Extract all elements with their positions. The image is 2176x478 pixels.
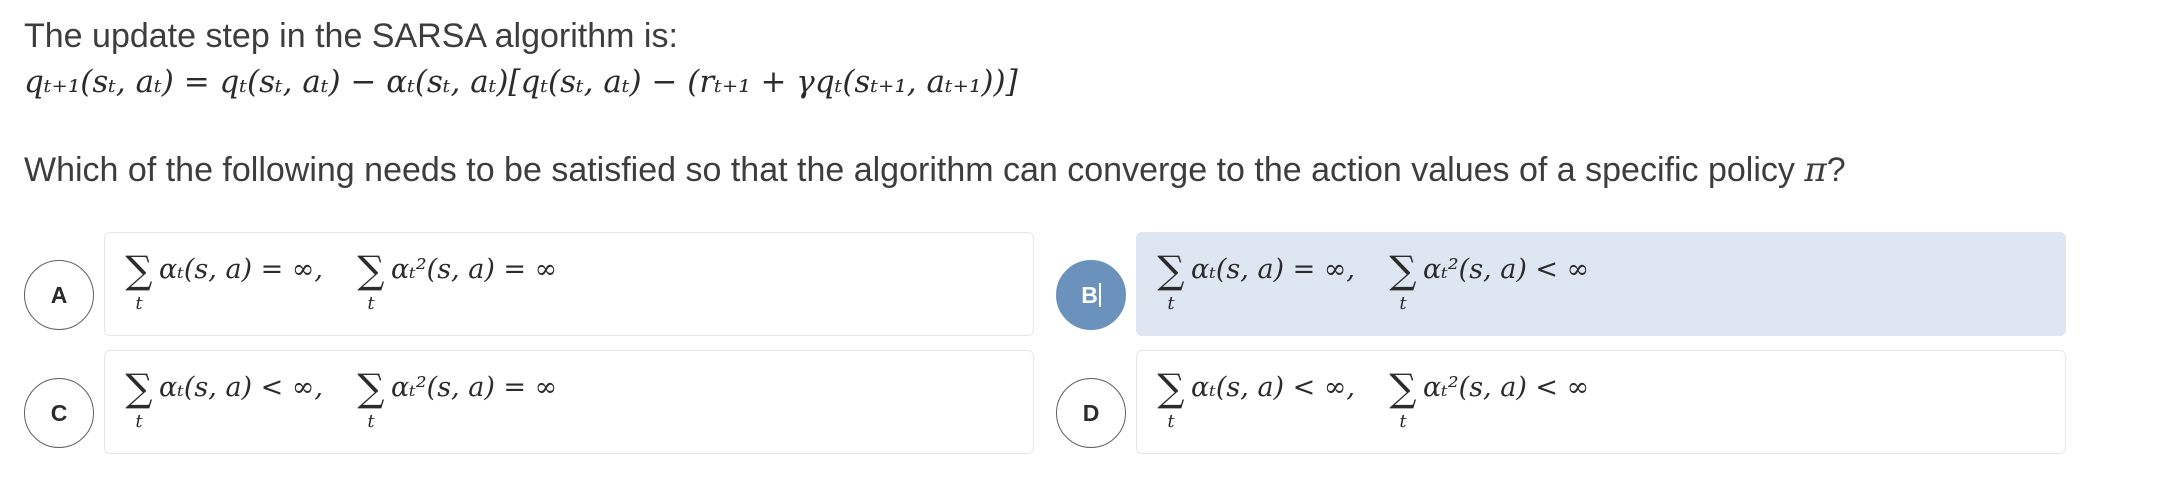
sum-symbol: ∑ t <box>353 369 389 433</box>
question-intro: The update step in the SARSA algorithm i… <box>24 17 678 55</box>
option-c-term1: αₜ(s, a) < ∞, <box>159 372 323 403</box>
sum-index: t <box>135 293 143 314</box>
option-c-formula: ∑ t αₜ(s, a) < ∞, ∑ t αₜ²(s, a) = ∞ <box>121 369 557 433</box>
option-a-term2: αₜ²(s, a) = ∞ <box>390 254 558 285</box>
option-a-box[interactable]: ∑ t αₜ(s, a) = ∞, ∑ t αₜ²(s, a) = ∞ <box>104 232 1034 336</box>
sarsa-update-equation: qₜ₊₁(sₜ, aₜ) = qₜ(sₜ, aₜ) − αₜ(sₜ, aₜ)[q… <box>24 64 1018 100</box>
sum-index: t <box>1399 293 1407 314</box>
option-a-formula: ∑ t αₜ(s, a) = ∞, ∑ t αₜ²(s, a) = ∞ <box>121 251 557 315</box>
sum-symbol: ∑ t <box>121 369 157 433</box>
sigma-glyph: ∑ <box>1157 366 1185 410</box>
sum-index: t <box>1167 293 1175 314</box>
sum-index: t <box>1399 411 1407 432</box>
option-d[interactable]: D ∑ t αₜ(s, a) < ∞, ∑ t αₜ²(s, a) < ∞ <box>1056 346 2066 454</box>
sum-index: t <box>1167 411 1175 432</box>
sigma-glyph: ∑ <box>357 366 385 410</box>
option-c-box[interactable]: ∑ t αₜ(s, a) < ∞, ∑ t αₜ²(s, a) = ∞ <box>104 350 1034 454</box>
option-c[interactable]: C ∑ t αₜ(s, a) < ∞, ∑ t αₜ²(s, a) = ∞ <box>24 346 1034 454</box>
sigma-glyph: ∑ <box>125 366 153 410</box>
option-b-badge[interactable]: B <box>1056 260 1126 330</box>
question-prompt-text: Which of the following needs to be satis… <box>24 151 1795 189</box>
option-a-term1: αₜ(s, a) = ∞, <box>159 254 323 285</box>
sigma-glyph: ∑ <box>1389 248 1417 292</box>
option-b-formula: ∑ t αₜ(s, a) = ∞, ∑ t αₜ²(s, a) < ∞ <box>1153 251 1589 315</box>
sum-index: t <box>135 411 143 432</box>
option-b-term1: αₜ(s, a) = ∞, <box>1191 254 1355 285</box>
sigma-glyph: ∑ <box>125 248 153 292</box>
sum-index: t <box>367 293 375 314</box>
option-c-term2: αₜ²(s, a) = ∞ <box>390 372 558 403</box>
option-b-box[interactable]: ∑ t αₜ(s, a) = ∞, ∑ t αₜ²(s, a) < ∞ <box>1136 232 2066 336</box>
option-b-letter: B <box>1081 281 1098 308</box>
sum-symbol: ∑ t <box>1153 369 1189 433</box>
sigma-glyph: ∑ <box>1389 366 1417 410</box>
option-c-badge[interactable]: C <box>24 378 94 448</box>
sigma-glyph: ∑ <box>357 248 385 292</box>
option-d-formula: ∑ t αₜ(s, a) < ∞, ∑ t αₜ²(s, a) < ∞ <box>1153 369 1589 433</box>
sum-symbol: ∑ t <box>353 251 389 315</box>
sum-symbol: ∑ t <box>1385 251 1421 315</box>
question-block: The update step in the SARSA algorithm i… <box>24 14 2124 112</box>
sigma-glyph: ∑ <box>1157 248 1185 292</box>
option-d-term2: αₜ²(s, a) < ∞ <box>1422 372 1590 403</box>
option-a-badge[interactable]: A <box>24 260 94 330</box>
option-d-box[interactable]: ∑ t αₜ(s, a) < ∞, ∑ t αₜ²(s, a) < ∞ <box>1136 350 2066 454</box>
option-d-badge[interactable]: D <box>1056 378 1126 448</box>
text-cursor <box>1098 283 1101 307</box>
option-a[interactable]: A ∑ t αₜ(s, a) = ∞, ∑ t αₜ²(s, a) = ∞ <box>24 228 1034 336</box>
sum-index: t <box>367 411 375 432</box>
sum-symbol: ∑ t <box>121 251 157 315</box>
question-mark: ? <box>1826 151 1846 189</box>
policy-symbol: π <box>1804 150 1827 190</box>
sum-symbol: ∑ t <box>1385 369 1421 433</box>
option-d-term1: αₜ(s, a) < ∞, <box>1191 372 1355 403</box>
question-prompt: Which of the following needs to be satis… <box>24 148 1846 192</box>
sum-symbol: ∑ t <box>1153 251 1189 315</box>
option-b-term2: αₜ²(s, a) < ∞ <box>1422 254 1590 285</box>
option-b[interactable]: B ∑ t αₜ(s, a) = ∞, ∑ t αₜ²(s, a) < ∞ <box>1056 228 2066 336</box>
